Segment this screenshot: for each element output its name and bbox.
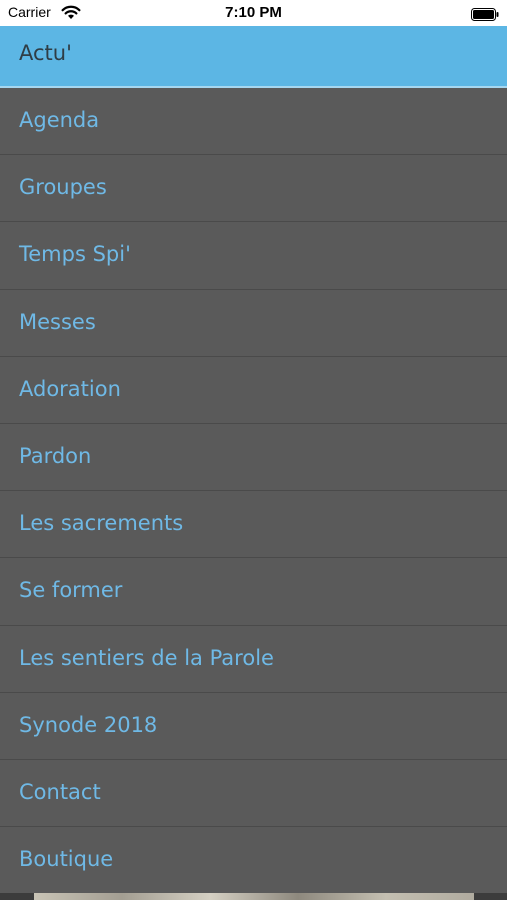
menu-item-label: Adoration [19, 376, 121, 401]
menu-item-boutique[interactable]: Boutique [0, 827, 507, 894]
status-bar: Carrier 7:10 PM [0, 0, 507, 26]
menu-item-contact[interactable]: Contact [0, 760, 507, 828]
menu-item-label: Synode 2018 [19, 712, 158, 737]
menu-item-pardon[interactable]: Pardon [0, 424, 507, 492]
status-time: 7:10 PM [225, 4, 282, 21]
background-content-strip [0, 893, 507, 900]
menu-item-label: Les sentiers de la Parole [19, 645, 274, 670]
menu-item-label: Boutique [19, 847, 114, 872]
menu-item-label: Pardon [19, 443, 92, 468]
menu-item-groupes[interactable]: Groupes [0, 155, 507, 223]
menu-item-label: Messes [19, 309, 96, 334]
menu-item-temps-spi[interactable]: Temps Spi' [0, 222, 507, 290]
header-title: Actu' [19, 41, 72, 65]
menu-item-label: Temps Spi' [19, 242, 131, 267]
menu-item-adoration[interactable]: Adoration [0, 357, 507, 424]
menu-item-synode-2018[interactable]: Synode 2018 [0, 693, 507, 760]
background-image [34, 893, 474, 900]
menu-item-les-sentiers-de-la-parole[interactable]: Les sentiers de la Parole [0, 626, 507, 693]
menu-item-agenda[interactable]: Agenda [0, 88, 507, 156]
menu-item-messes[interactable]: Messes [0, 290, 507, 357]
menu-item-label: Groupes [19, 175, 107, 200]
navigation-menu: Agenda Groupes Temps Spi' Messes Adorati… [0, 88, 507, 894]
menu-item-les-sacrements[interactable]: Les sacrements [0, 491, 507, 559]
menu-item-label: Contact [19, 779, 101, 804]
menu-item-label: Agenda [19, 108, 100, 132]
menu-header-actu[interactable]: Actu' [0, 26, 507, 88]
menu-item-label: Se former [19, 578, 123, 603]
menu-item-label: Les sacrements [19, 511, 184, 536]
battery-icon [471, 6, 499, 21]
menu-item-se-former[interactable]: Se former [0, 558, 507, 626]
